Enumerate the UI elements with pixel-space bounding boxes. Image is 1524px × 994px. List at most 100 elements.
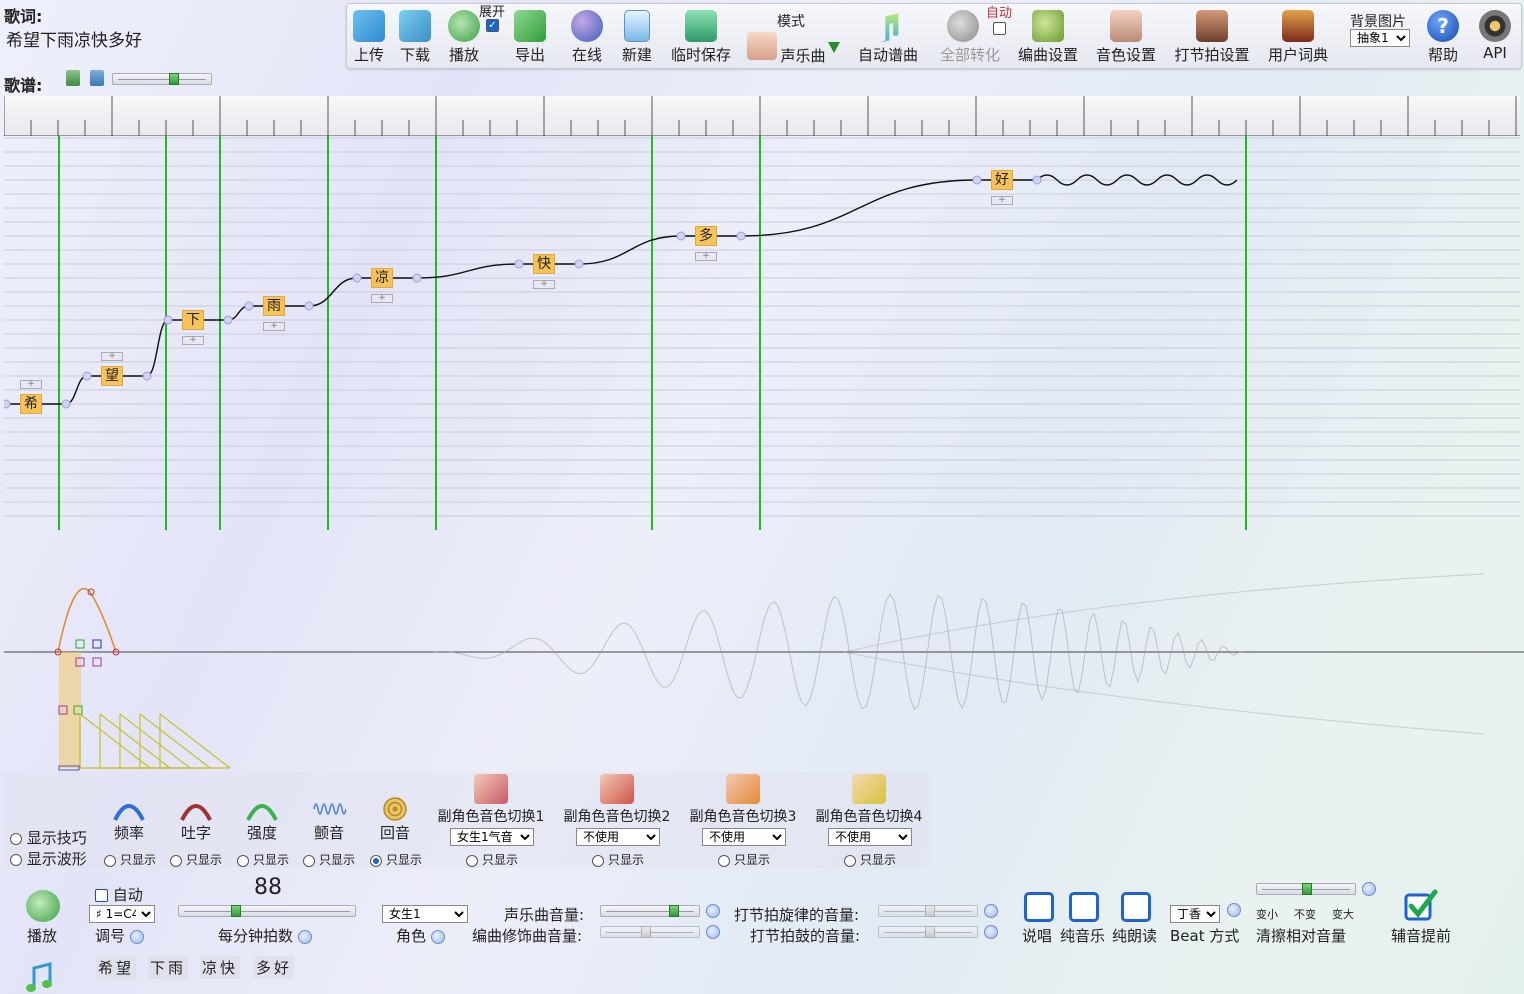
sub-role-3-select[interactable]: 不使用 xyxy=(702,828,786,846)
music-note-icon[interactable] xyxy=(24,962,54,994)
beat-melody-globe-icon[interactable] xyxy=(984,904,998,918)
only-show-radio[interactable] xyxy=(104,854,116,867)
add-note-button[interactable]: + xyxy=(263,322,285,331)
only-show-frequency[interactable]: 只显示 xyxy=(104,851,156,868)
online-button[interactable]: 在线 xyxy=(569,10,605,65)
syllable-note[interactable]: 凉 xyxy=(371,268,393,288)
add-note-button[interactable]: + xyxy=(991,196,1013,205)
add-note-button[interactable]: + xyxy=(101,352,123,361)
beat-drum-volume-slider[interactable] xyxy=(878,926,978,938)
only-show-radio[interactable] xyxy=(303,854,315,867)
effect-editor[interactable] xyxy=(4,534,1524,772)
key-globe-icon[interactable] xyxy=(129,929,144,944)
beat-melody-volume-slider[interactable] xyxy=(878,905,978,917)
auto-key-option[interactable]: 自动 xyxy=(95,884,143,905)
auto-compose-button[interactable]: 自动谱曲 xyxy=(855,10,921,65)
show-wave-option[interactable]: 显示波形 xyxy=(10,848,87,869)
phrase-chip[interactable]: 凉快 xyxy=(200,956,241,979)
speak-toggle[interactable] xyxy=(1024,892,1054,922)
syllable-note[interactable]: 望 xyxy=(101,366,123,386)
only-show-radio[interactable] xyxy=(844,854,856,867)
phrase-chip[interactable]: 希望 xyxy=(96,956,137,979)
role-globe-icon[interactable] xyxy=(430,929,445,944)
mode-select[interactable]: 声乐曲 xyxy=(777,45,829,66)
only-show-sub-role-2[interactable]: 只显示 xyxy=(592,851,644,868)
pure-music-toggle[interactable] xyxy=(1069,892,1099,922)
slider-thumb[interactable] xyxy=(641,926,651,938)
only-show-sub-role-4[interactable]: 只显示 xyxy=(844,851,896,868)
bottom-play-icon[interactable] xyxy=(26,890,60,922)
articulation-button[interactable]: 吐字 xyxy=(175,796,217,843)
sub-role-1-select[interactable]: 女生1气音 xyxy=(450,828,534,846)
slider-thumb[interactable] xyxy=(169,73,179,85)
add-note-button[interactable]: + xyxy=(20,380,42,389)
show-skills-option[interactable]: 显示技巧 xyxy=(10,827,87,848)
temp-save-button[interactable]: 临时保存 xyxy=(667,10,735,65)
piano-roll[interactable]: 希 + 望 + 下 + 雨 + 凉 + 快 + 多 + 好 + xyxy=(4,136,1520,530)
only-show-radio[interactable] xyxy=(237,854,249,867)
export-button[interactable]: 导出 xyxy=(512,10,548,65)
arrange-volume-globe-icon[interactable] xyxy=(706,925,720,939)
only-show-radio[interactable] xyxy=(466,854,478,867)
only-show-articulation[interactable]: 只显示 xyxy=(170,851,222,868)
mode-dropdown-arrow-icon[interactable] xyxy=(828,42,840,53)
echo-button[interactable]: 回音 xyxy=(374,796,416,843)
beat-drum-globe-icon[interactable] xyxy=(984,925,998,939)
role-select[interactable]: 女生1 xyxy=(382,905,468,923)
api-button[interactable]: API xyxy=(1477,10,1513,62)
help-button[interactable]: ? 帮助 xyxy=(1425,10,1461,65)
sub-role-switch-2[interactable]: 副角色音色切换2 xyxy=(556,774,678,826)
download-button[interactable]: 下载 xyxy=(397,10,433,65)
syllable-note[interactable]: 好 xyxy=(991,170,1013,190)
only-show-radio[interactable] xyxy=(718,854,730,867)
arrange-settings-button[interactable]: 编曲设置 xyxy=(1015,10,1081,65)
recite-toggle[interactable] xyxy=(1121,892,1151,922)
only-show-echo[interactable]: 只显示 xyxy=(370,851,422,868)
timbre-settings-button[interactable]: 音色设置 xyxy=(1093,10,1159,65)
slider-thumb[interactable] xyxy=(925,926,935,938)
add-note-button[interactable]: + xyxy=(695,252,717,261)
sub-role-2-select[interactable]: 不使用 xyxy=(576,828,660,846)
relative-volume-globe-icon[interactable] xyxy=(1362,882,1376,896)
vibrato-button[interactable]: 颤音 xyxy=(308,796,350,843)
lyrics-text[interactable]: 希望下雨凉快多好 xyxy=(6,26,142,51)
add-note-button[interactable]: + xyxy=(371,294,393,303)
sub-role-switch-3[interactable]: 副角色音色切换3 xyxy=(682,774,804,826)
vocal-volume-slider[interactable] xyxy=(600,905,700,917)
slider-thumb[interactable] xyxy=(1302,883,1312,895)
only-show-radio[interactable] xyxy=(592,854,604,867)
strength-button[interactable]: 强度 xyxy=(241,796,283,843)
slider-thumb[interactable] xyxy=(231,905,241,917)
only-show-vibrato[interactable]: 只显示 xyxy=(303,851,355,868)
slider-thumb[interactable] xyxy=(925,905,935,917)
bpm-slider[interactable] xyxy=(178,905,356,917)
user-dict-button[interactable]: 用户词典 xyxy=(1265,10,1331,65)
arrange-volume-slider[interactable] xyxy=(600,926,700,938)
relative-volume-slider[interactable] xyxy=(1256,883,1356,895)
only-show-radio-selected[interactable] xyxy=(370,854,382,867)
phrase-chip[interactable]: 下雨 xyxy=(148,956,189,979)
phrase-chip[interactable]: 多好 xyxy=(254,956,295,979)
syllable-note[interactable]: 快 xyxy=(533,254,555,274)
show-wave-radio[interactable] xyxy=(10,853,22,866)
beat-style-select[interactable]: 丁香 xyxy=(1170,905,1220,923)
sub-role-switch-4[interactable]: 副角色音色切换4 xyxy=(808,774,930,826)
sub-role-switch-1[interactable]: 副角色音色切换1 xyxy=(430,774,552,826)
auto-key-checkbox[interactable] xyxy=(95,889,108,902)
syllable-note[interactable]: 雨 xyxy=(263,296,285,316)
sub-role-4-select[interactable]: 不使用 xyxy=(828,828,912,846)
only-show-strength[interactable]: 只显示 xyxy=(237,851,289,868)
show-skills-radio[interactable] xyxy=(10,832,22,845)
paste-icon[interactable] xyxy=(90,70,104,86)
only-show-sub-role-3[interactable]: 只显示 xyxy=(718,851,770,868)
score-zoom-slider[interactable] xyxy=(112,73,212,85)
syllable-note[interactable]: 下 xyxy=(182,310,204,330)
beat-style-globe-icon[interactable] xyxy=(1227,903,1241,917)
expand-checkbox[interactable]: ✓ xyxy=(486,19,499,32)
copy-icon[interactable] xyxy=(66,70,80,86)
syllable-note[interactable]: 多 xyxy=(695,226,717,246)
background-select[interactable]: 抽象1 xyxy=(1350,29,1410,47)
time-ruler[interactable] xyxy=(3,96,1520,136)
frequency-button[interactable]: 频率 xyxy=(108,796,150,843)
slider-thumb[interactable] xyxy=(669,905,679,917)
